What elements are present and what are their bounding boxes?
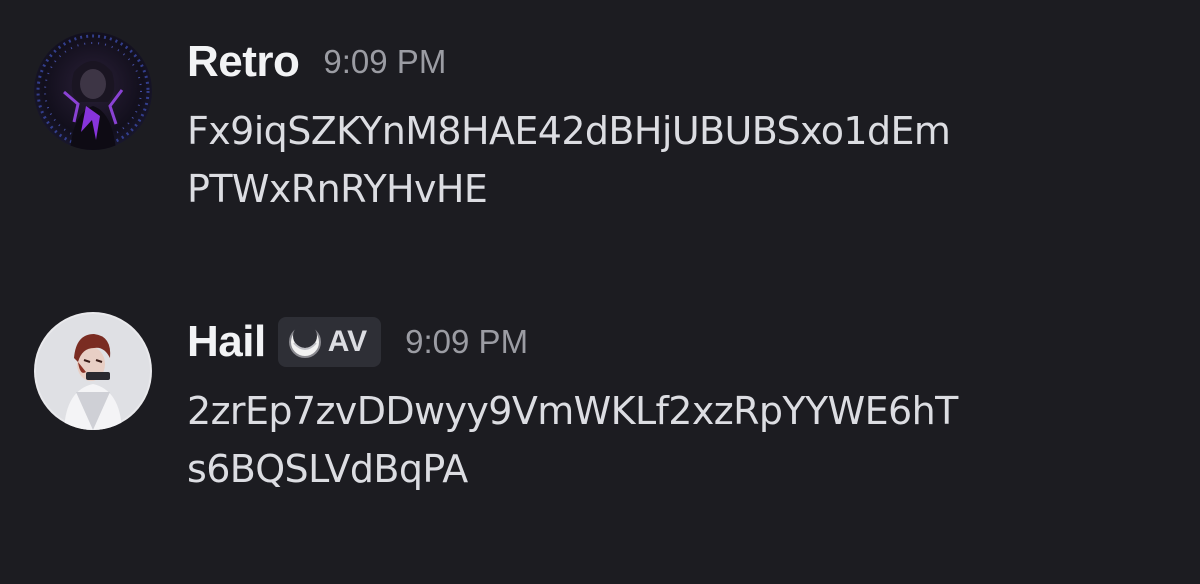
timestamp: 9:09 PM [405,323,529,360]
chat-log: Retro 9:09 PM Fx9iqSZKYnM8HAE42dBHjUBUBS… [0,0,1200,584]
crescent-moon-icon [288,325,321,358]
dark-anime-avatar-purple [34,32,152,150]
avatar[interactable] [34,312,152,430]
timestamp: 9:09 PM [323,43,447,80]
anime-avatar-red-hair [34,312,152,430]
message-text-line: Fx9iqSZKYnM8HAE42dBHjUBUBSxo1dEm [187,109,951,153]
message-text-line: s6BQSLVdBqPA [187,447,468,491]
server-tag-label: AV [327,325,368,358]
username[interactable]: Retro [187,37,300,87]
server-tag-badge[interactable]: AV [277,317,382,367]
message-content: Fx9iqSZKYnM8HAE42dBHjUBUBSxo1dEm PTWxRnR… [187,102,1172,218]
username[interactable]: Hail [187,317,266,367]
message-header: Hail AV 9:09 PM [187,314,528,370]
message-text-line: 2zrEp7zvDDwyy9VmWKLf2xzRpYYWE6hT [187,389,958,433]
avatar[interactable] [34,32,152,150]
message-content: 2zrEp7zvDDwyy9VmWKLf2xzRpYYWE6hT s6BQSLV… [187,382,1172,498]
message-text-line: PTWxRnRYHvHE [187,167,488,211]
message-header: Retro 9:09 PM [187,34,446,90]
